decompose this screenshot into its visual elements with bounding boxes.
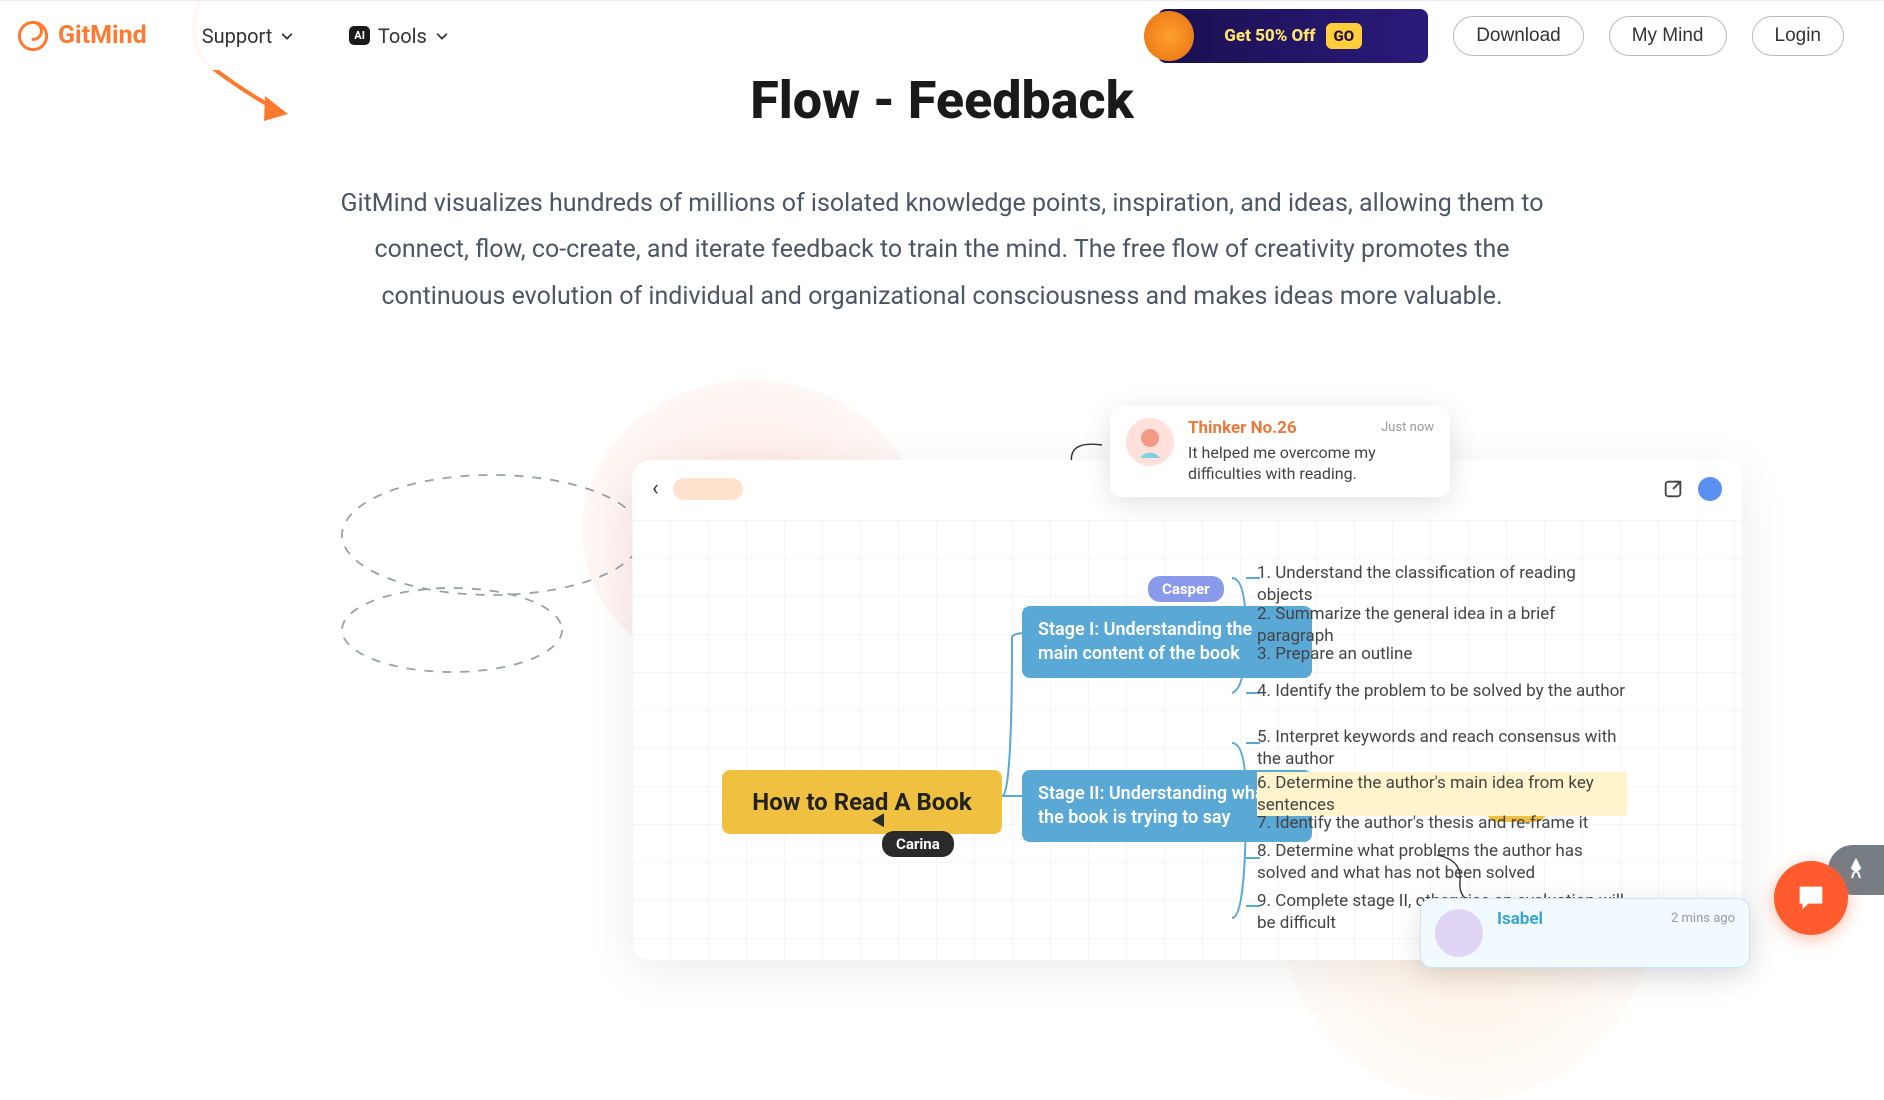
comment-card: Thinker No.26 Just now It helped me over…: [1110, 406, 1450, 497]
user-tag-casper: Casper: [1148, 576, 1224, 602]
chevron-down-icon: [435, 29, 449, 43]
rocket-icon: [1844, 858, 1868, 882]
header-right: Get 50% Off GO Download My Mind Login: [1158, 9, 1844, 63]
pumpkin-icon: [1144, 11, 1194, 61]
logo-icon: [16, 19, 50, 53]
user-avatar[interactable]: [1698, 477, 1722, 501]
app-window: ‹ How to Read A Book Stage I: Understan: [632, 460, 1742, 960]
comment-text: It helped me overcome my difficulties wi…: [1188, 442, 1434, 485]
logo[interactable]: GitMind: [16, 19, 147, 53]
chevron-down-icon: [280, 29, 294, 43]
nav-tools-label: Tools: [378, 24, 427, 48]
title-placeholder: [673, 478, 743, 500]
logo-text: GitMind: [58, 21, 147, 50]
mindmap-leaf[interactable]: 5. Interpret keywords and reach consensu…: [1257, 726, 1627, 770]
promo-banner[interactable]: Get 50% Off GO: [1158, 9, 1428, 63]
comment-body: Isabel 2 mins ago: [1497, 909, 1735, 957]
user-tag-carina: Carina: [882, 831, 954, 857]
header-left: GitMind Support AI Tools: [16, 19, 449, 53]
mindmap-leaf[interactable]: 7. Identify the author's thesis and re-f…: [1257, 812, 1588, 834]
comment-time: Just now: [1381, 420, 1434, 435]
page-description: GitMind visualizes hundreds of millions …: [312, 181, 1572, 320]
avatar: [1126, 418, 1174, 466]
ai-badge: AI: [349, 26, 370, 45]
mindmap-leaf[interactable]: 4. Identify the problem to be solved by …: [1257, 680, 1625, 702]
dashed-scribble-decoration: [322, 440, 662, 710]
share-icon[interactable]: [1662, 478, 1684, 500]
nav-tools[interactable]: AI Tools: [349, 24, 449, 48]
mindmap-leaf[interactable]: 3. Prepare an outline: [1257, 643, 1412, 665]
promo-text: Get 50% Off: [1224, 26, 1315, 46]
comment-card: Isabel 2 mins ago: [1420, 898, 1750, 968]
promo-go: GO: [1326, 23, 1363, 49]
comment-time: 2 mins ago: [1671, 911, 1735, 926]
login-button[interactable]: Login: [1752, 16, 1845, 56]
mindmap-leaf[interactable]: 2. Summarize the general idea in a brief…: [1257, 603, 1627, 647]
avatar: [1435, 909, 1483, 957]
mindmap-canvas[interactable]: How to Read A Book Stage I: Understandin…: [632, 518, 1742, 958]
comment-author: Thinker No.26: [1188, 418, 1297, 438]
chat-fab[interactable]: [1774, 861, 1848, 935]
nav-support-label: Support: [202, 24, 273, 48]
site-header: GitMind Support AI Tools Get 50% Off GO …: [0, 0, 1884, 70]
mindmap-leaf[interactable]: 6. Determine the author's main idea from…: [1257, 772, 1627, 816]
back-button[interactable]: ‹: [652, 476, 659, 501]
comment-body: Thinker No.26 Just now It helped me over…: [1188, 418, 1434, 485]
mindmap-root[interactable]: How to Read A Book: [722, 770, 1002, 834]
chat-icon: [1794, 881, 1828, 915]
comment-author: Isabel: [1497, 909, 1543, 929]
download-button[interactable]: Download: [1453, 16, 1584, 56]
illustration: Thinker No.26 Just now It helped me over…: [202, 380, 1682, 940]
mindmap-leaf[interactable]: 1. Understand the classification of read…: [1257, 562, 1627, 606]
nav-support[interactable]: Support: [202, 24, 295, 48]
my-mind-button[interactable]: My Mind: [1609, 16, 1727, 56]
main-content: Flow - Feedback GitMind visualizes hundr…: [0, 0, 1884, 940]
